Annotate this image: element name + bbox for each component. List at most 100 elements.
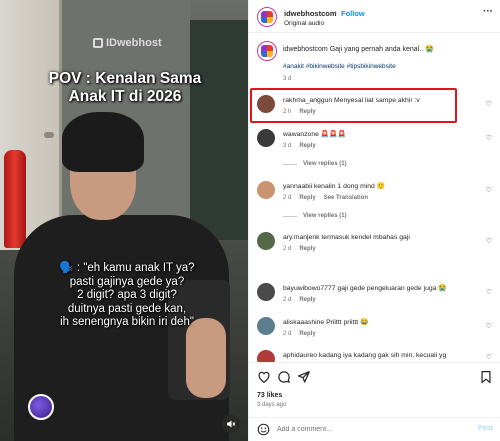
comment-username[interactable]: yannaabii [283,183,312,190]
divider [283,215,297,217]
video-caption-line: ih senengnya bikin iri deh" [60,316,194,328]
like-comment-icon[interactable]: ♡ [486,237,492,245]
door-knob [44,132,54,138]
share-send-icon[interactable] [297,370,311,384]
comment-username[interactable]: ary.manjenk [283,234,320,241]
comment-body: termasuk kendel mbahas gaji [321,234,410,241]
reply-button[interactable]: Reply [299,195,315,201]
logo-text: IDwebhost [106,37,162,49]
view-replies-label: View replies (1) [303,161,347,167]
comment-text: bayuwibowo7777 gaji gede pengeluaran ged… [283,285,447,293]
idwebhost-logo-icon [93,38,103,48]
follow-button[interactable]: Follow [341,9,365,18]
view-replies-button[interactable]: View replies (1) [283,161,347,167]
avatar[interactable] [257,7,277,27]
video-watermark-logo: IDwebhost [93,37,162,49]
reply-button[interactable]: Reply [299,246,315,252]
post-side-panel: idwebhostcom • Follow Original audio ···… [248,0,500,441]
video-caption-line: 🗣️ : "eh kamu anak IT ya? [59,262,195,274]
post-timestamp: 3 days ago [257,402,287,408]
reply-button[interactable]: Reply [299,297,315,303]
comment-bubble-icon[interactable] [277,370,291,384]
avatar[interactable] [257,232,275,250]
caption-body: Gaji yang pernah anda kenal.. 😭 [329,46,434,53]
like-comment-icon[interactable]: ♡ [486,353,492,361]
post-header: idwebhostcom • Follow Original audio ··· [249,0,500,33]
comment-text: ary.manjenk termasuk kendel mbahas gaji [283,234,410,242]
comment-meta: 2 d Reply [283,331,316,337]
view-replies-button[interactable]: View replies (1) [283,213,347,219]
comment-time: 2 d [283,246,292,252]
post-video[interactable]: IDwebhost POV : Kenalan Sama Anak IT di … [0,0,248,441]
video-title: POV : Kenalan Sama Anak IT di 2026 [30,70,220,106]
comment-meta: 2 d Reply [283,246,316,252]
comment-item: aphidaureo kadang iya kadang gak sih min… [249,347,500,362]
highlighted-comment-outline [250,88,457,123]
like-heart-icon[interactable] [257,370,271,384]
reply-button[interactable]: Reply [299,331,315,337]
comment-body: kadang iya kadang gak sih min, kecuali y… [318,352,447,359]
fire-extinguisher [4,150,26,248]
avatar[interactable] [257,181,275,199]
comment-time: 2 d [283,195,292,201]
avatar[interactable] [257,283,275,301]
comment-meta: 2 d Reply See Translation [283,195,368,201]
like-comment-icon[interactable]: ♡ [486,100,492,108]
video-caption-line: pasti gajinya gede ya? [69,275,185,288]
like-comment-icon[interactable]: ♡ [486,186,492,194]
comment-meta: 3 d Reply [283,143,316,149]
avatar[interactable] [257,41,277,61]
header-username[interactable]: idwebhostcom [284,9,337,18]
video-caption: 🗣️ : "eh kamu anak IT ya? pasti gajinya … [32,262,222,330]
comment-username[interactable]: bayuwibowo7777 [283,285,336,292]
like-count[interactable]: 73 likes [257,392,282,399]
person-hair [62,112,144,172]
caption-time: 3 d [283,76,292,82]
comment-username[interactable]: wawanzone [283,131,319,138]
comment-text: wawanzone 🚨🚨🚨 [283,131,346,139]
comment-meta: 2 d Reply [283,297,316,303]
video-title-line: POV : Kenalan Sama [48,70,202,87]
like-comment-icon[interactable]: ♡ [486,288,492,296]
caption-text: idwebhostcom Gaji yang pernah anda kenal… [283,45,493,54]
view-replies-label: View replies (1) [303,213,347,219]
background-window [190,20,248,240]
comment-body: 🚨🚨🚨 [320,131,347,138]
comment-body: kenalin 1 dong mind 🙂 [314,183,386,190]
add-comment-bar: Post [249,417,500,441]
comment-username[interactable]: aliskaaashine [283,319,324,326]
speaker-muted-icon [227,420,236,428]
bookmark-save-icon[interactable] [479,370,493,384]
video-caption-line: duitnya pasti gede kan, [67,302,187,315]
comment-text: aliskaaashine Priittt priittt 😂 [283,319,369,327]
audio-avatar[interactable] [28,394,54,420]
comment-time: 2 d [283,331,292,337]
more-options-icon[interactable]: ··· [483,6,493,17]
original-audio-link[interactable]: Original audio [284,20,324,27]
caption-username[interactable]: idwebhostcom [283,46,328,53]
speaking-head-icon: 🗣️ [59,262,74,274]
see-translation-button[interactable]: See Translation [324,195,368,201]
avatar[interactable] [257,350,275,362]
caption-hashtags[interactable]: #anakit #bikinwebsite #tipsbikinwebsite [283,63,396,70]
person-arm [186,318,226,398]
post-actions-bar [249,362,500,392]
comment-username[interactable]: aphidaureo [283,352,317,359]
like-comment-icon[interactable]: ♡ [486,322,492,330]
comment-time: 3 d [283,143,292,149]
mute-button[interactable] [222,415,240,433]
video-title-line: Anak IT di 2026 [68,88,182,105]
comment-time: 2 d [283,297,292,303]
comment-text: yannaabii kenalin 1 dong mind 🙂 [283,183,385,191]
video-caption-line: 2 digit? apa 3 digit? [77,289,177,301]
header-separator: • [334,8,337,17]
emoji-smile-icon[interactable] [257,423,270,436]
like-comment-icon[interactable]: ♡ [486,134,492,142]
avatar[interactable] [257,317,275,335]
post-comment-button[interactable]: Post [478,425,493,432]
comment-body: Priittt priittt 😂 [326,319,369,326]
reply-button[interactable]: Reply [299,143,315,149]
avatar[interactable] [257,129,275,147]
comment-input[interactable] [277,423,467,436]
comment-text: aphidaureo kadang iya kadang gak sih min… [283,352,446,360]
